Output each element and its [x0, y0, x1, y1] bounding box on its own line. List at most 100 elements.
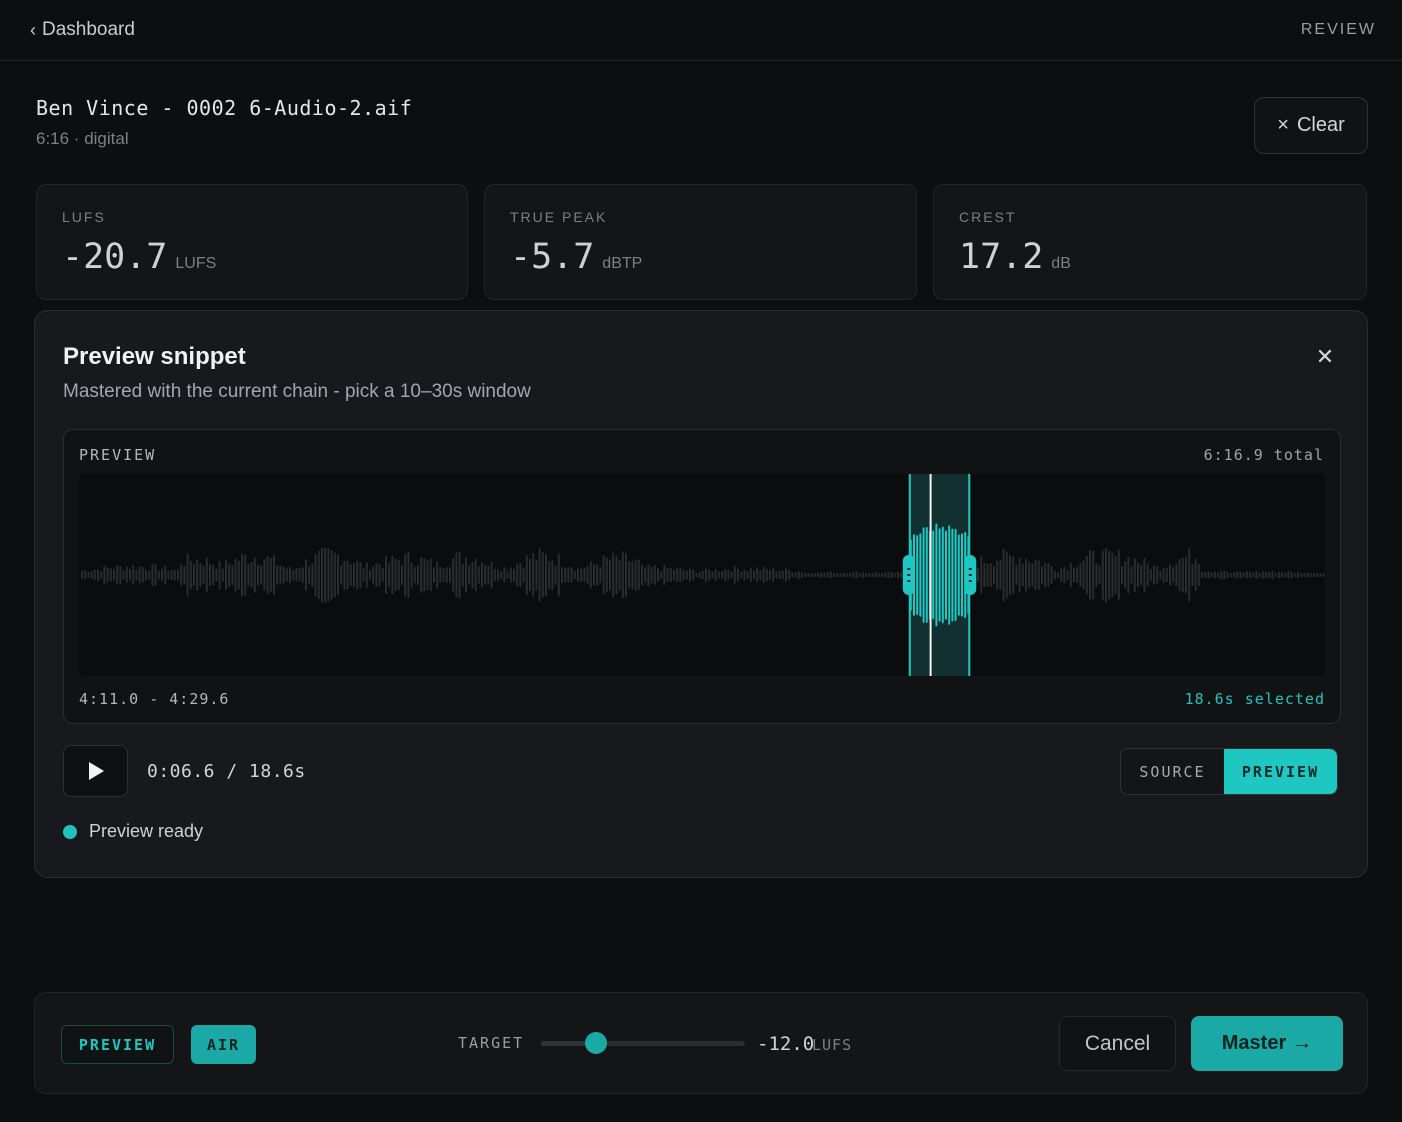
waveform-bar — [413, 566, 416, 584]
target-slider-thumb[interactable] — [585, 1032, 608, 1054]
waveform-bar — [1181, 557, 1184, 593]
waveform-bar — [1258, 572, 1261, 578]
waveform-bar — [196, 559, 199, 591]
waveform-bar — [1204, 571, 1207, 579]
waveform-bar — [625, 553, 627, 597]
waveform-bar — [1172, 567, 1175, 583]
waveform-bar — [743, 569, 746, 581]
waveform-bar — [1085, 555, 1088, 595]
waveform-box: PREVIEW 6:16.9 total 4:11.0 - 4:29.6 18.… — [63, 429, 1341, 724]
waveform-bar — [564, 567, 567, 583]
waveform-bar — [1309, 573, 1312, 577]
waveform-bar — [410, 562, 413, 588]
waveform-bar — [593, 564, 595, 586]
master-button[interactable]: Master → — [1191, 1016, 1343, 1071]
waveform-bar — [490, 561, 493, 589]
waveform-bar — [746, 570, 749, 580]
waveform-bar — [724, 569, 727, 581]
waveform-bar — [333, 552, 336, 598]
waveform-bar — [186, 553, 189, 597]
back-to-dashboard-link[interactable]: ‹ Dashboard — [30, 19, 135, 41]
waveform-bar — [129, 568, 131, 581]
air-chip[interactable]: AIR — [191, 1025, 256, 1064]
waveform-bar — [327, 548, 330, 602]
metric-card-lufs: LUFS -20.7 LUFS — [36, 184, 468, 300]
waveform-bar — [1226, 572, 1229, 578]
waveform-label: PREVIEW — [79, 446, 157, 464]
waveform-bar — [295, 568, 298, 582]
waveform-bar — [1178, 558, 1181, 592]
preview-chip[interactable]: PREVIEW — [61, 1025, 174, 1064]
waveform-bar — [1041, 566, 1043, 585]
waveform-bar — [500, 571, 503, 579]
waveform-bar — [1121, 565, 1123, 584]
waveform-bar — [785, 568, 787, 582]
waveform-bar — [1066, 570, 1069, 580]
source-toggle-option[interactable]: SOURCE — [1121, 749, 1224, 794]
waveform-bar — [685, 570, 688, 580]
time-readout: 0:06.6 / 18.6s — [147, 761, 306, 782]
waveform-bar — [1201, 571, 1203, 579]
waveform-bar — [1140, 564, 1143, 586]
waveform-bar — [362, 568, 365, 582]
waveform-bar — [183, 565, 186, 585]
waveform-bar — [1162, 567, 1165, 583]
waveform-bar — [986, 563, 989, 587]
chevron-left-icon: ‹ — [30, 19, 36, 40]
waveform-bar — [477, 566, 480, 584]
waveform-bar — [1239, 571, 1242, 579]
status-dot — [63, 824, 77, 839]
waveform-svg[interactable] — [79, 474, 1325, 676]
waveform-bar — [733, 566, 736, 584]
preview-toggle-option[interactable]: PREVIEW — [1224, 749, 1337, 794]
waveform-bar — [1021, 563, 1024, 587]
waveform-bar — [951, 528, 954, 622]
waveform-bar — [1124, 561, 1127, 589]
waveform-bar — [116, 565, 119, 585]
waveform-bar — [618, 559, 621, 591]
waveform-bar — [1111, 552, 1114, 598]
clear-button[interactable]: × Clear — [1254, 97, 1368, 154]
waveform-bar — [167, 570, 170, 580]
waveform-bar — [1194, 558, 1197, 592]
handle-grip — [907, 574, 911, 576]
waveform-bar — [938, 528, 941, 622]
waveform-bar — [1031, 563, 1034, 587]
waveform-bar — [577, 568, 579, 582]
waveform-bar — [461, 563, 464, 587]
play-button[interactable] — [63, 745, 128, 797]
waveform-bar — [381, 567, 384, 583]
handle-grip — [968, 574, 972, 576]
waveform-bar — [596, 564, 599, 586]
waveform-bar — [519, 562, 522, 588]
waveform-bar — [887, 571, 890, 579]
file-meta: 6:16 · digital — [36, 129, 129, 148]
target-slider-track[interactable] — [541, 1041, 745, 1046]
waveform-bar — [845, 573, 848, 577]
close-panel-button[interactable]: ✕ — [1313, 344, 1337, 369]
waveform-bar — [893, 573, 896, 577]
waveform-bar — [1034, 560, 1037, 591]
waveform-bar — [340, 565, 343, 585]
waveform-bar — [1233, 572, 1235, 578]
waveform-bar — [1236, 571, 1239, 579]
back-label: Dashboard — [42, 19, 135, 40]
waveform-bar — [660, 571, 663, 579]
cancel-button[interactable]: Cancel — [1059, 1016, 1176, 1071]
waveform-bar — [241, 553, 243, 597]
master-label: Master — [1221, 1032, 1287, 1054]
waveform-bar — [628, 561, 631, 589]
waveform-bar — [772, 567, 775, 583]
waveform-bar — [308, 566, 311, 584]
waveform-bar — [193, 563, 195, 587]
status-text: Preview ready — [89, 821, 204, 841]
waveform-bar — [641, 564, 643, 586]
waveform-bar — [1290, 571, 1293, 579]
waveform-bar — [586, 565, 589, 585]
handle-grip — [907, 568, 911, 570]
waveform-bar — [557, 553, 560, 597]
waveform-canvas[interactable] — [79, 474, 1325, 676]
playhead[interactable] — [929, 474, 932, 676]
waveform-bar — [439, 567, 442, 583]
waveform-bar — [1242, 572, 1245, 578]
